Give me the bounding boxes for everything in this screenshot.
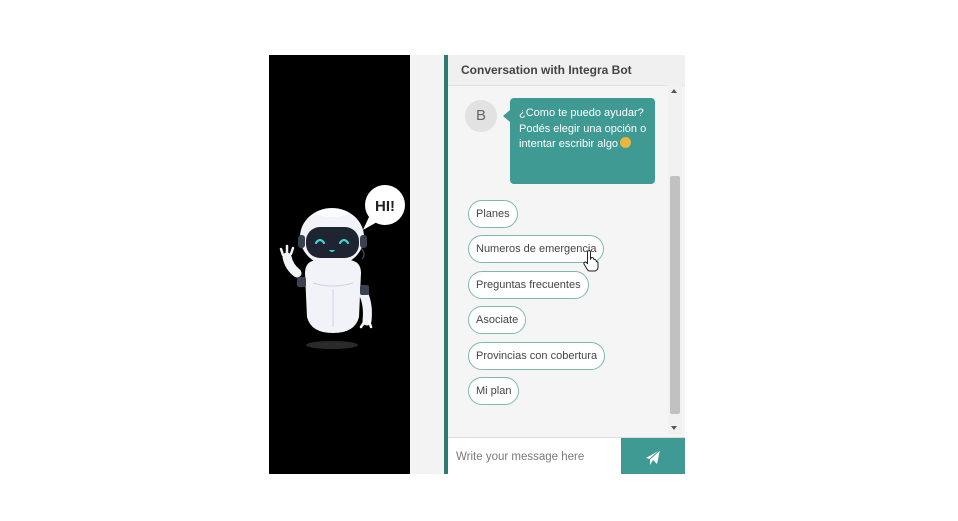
background-gap xyxy=(410,55,444,474)
chat-window: Conversation with Integra Bot B ¿Como te… xyxy=(448,55,685,474)
speech-bubble: HI! xyxy=(363,185,405,230)
message-input[interactable] xyxy=(454,442,618,472)
robot-illustration-panel: HI! xyxy=(269,55,410,474)
hand-cursor-icon xyxy=(583,250,599,272)
option-provincias-con-cobertura[interactable]: Provincias con cobertura xyxy=(468,342,606,370)
robot-illustration: HI! xyxy=(279,185,405,349)
chat-title: Conversation with Integra Bot xyxy=(461,63,632,77)
chat-header: Conversation with Integra Bot xyxy=(448,55,685,86)
scrollbar-thumb[interactable] xyxy=(670,176,680,414)
option-mi-plan[interactable]: Mi plan xyxy=(468,377,520,405)
paper-plane-icon xyxy=(646,449,661,465)
option-preguntas-frecuentes[interactable]: Preguntas frecuentes xyxy=(468,271,589,299)
scroll-down-arrow-icon[interactable] xyxy=(671,426,677,430)
message-composer xyxy=(448,437,685,474)
option-asociate[interactable]: Asociate xyxy=(468,306,527,334)
bot-message-bubble: ¿Como te puedo ayudar? Podés elegir una … xyxy=(503,98,655,184)
speech-bubble-text: HI! xyxy=(375,198,395,215)
option-planes[interactable]: Planes xyxy=(468,200,518,228)
chat-scrollbar[interactable] xyxy=(668,85,682,434)
bot-avatar: B xyxy=(465,100,497,132)
send-button[interactable] xyxy=(621,438,685,474)
scroll-up-arrow-icon[interactable] xyxy=(671,89,677,93)
smiley-emoji-icon xyxy=(620,137,632,148)
